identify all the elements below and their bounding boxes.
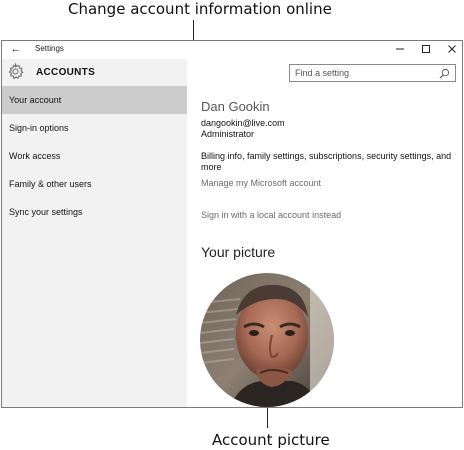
- your-picture-heading: Your picture: [201, 244, 276, 260]
- sidebar-item-your-account[interactable]: Your account: [2, 86, 187, 114]
- close-icon: [448, 45, 456, 54]
- callout-change-account-info: Change account information online: [68, 0, 332, 18]
- sidebar-header: ACCOUNTS: [2, 59, 187, 86]
- callout-account-picture: Account picture: [212, 431, 330, 449]
- user-email: dangookin@live.com: [201, 118, 285, 128]
- minimize-icon: [396, 48, 404, 50]
- user-name: Dan Gookin: [201, 99, 270, 114]
- sidebar-title: ACCOUNTS: [36, 67, 96, 78]
- sidebar-item-sync-settings[interactable]: Sync your settings: [2, 198, 187, 226]
- maximize-button[interactable]: [413, 41, 439, 59]
- sidebar-item-work-access[interactable]: Work access: [2, 142, 187, 170]
- user-role: Administrator: [201, 129, 255, 139]
- account-photo: [200, 273, 334, 407]
- gear-icon: [8, 63, 24, 80]
- sidebar-item-sign-in-options[interactable]: Sign-in options: [2, 114, 187, 142]
- window-title: Settings: [35, 44, 64, 53]
- manage-microsoft-account-link[interactable]: Manage my Microsoft account: [201, 178, 321, 188]
- minimize-button[interactable]: [387, 41, 413, 59]
- title-bar: ← Settings: [2, 41, 462, 59]
- main-content: Find a setting Dan Gookin dangookin@live…: [187, 59, 462, 407]
- search-input[interactable]: Find a setting: [289, 64, 456, 82]
- close-button[interactable]: [439, 41, 462, 59]
- search-placeholder: Find a setting: [295, 68, 350, 78]
- maximize-icon: [422, 45, 430, 54]
- account-picture[interactable]: [200, 273, 334, 407]
- search-icon[interactable]: [439, 68, 450, 79]
- settings-window: ← Settings ACCOUNTS Your account Sign-in…: [1, 40, 463, 408]
- local-account-link[interactable]: Sign in with a local account instead: [201, 210, 341, 220]
- sidebar-item-family-other-users[interactable]: Family & other users: [2, 170, 187, 198]
- back-arrow-icon[interactable]: ←: [9, 42, 23, 56]
- sidebar: ACCOUNTS Your account Sign-in options Wo…: [2, 59, 187, 407]
- billing-info-text: Billing info, family settings, subscript…: [201, 151, 452, 172]
